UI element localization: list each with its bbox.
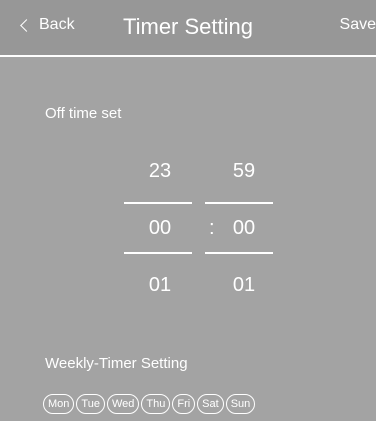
day-button-wed[interactable]: Wed [106,394,140,414]
minute-top-divider [205,202,273,204]
weekly-timer-label: Weekly-Timer Setting [45,355,188,372]
minute-current-value[interactable]: 00 [210,217,278,240]
hour-bottom-divider [124,252,192,254]
minute-bottom-divider [205,252,273,254]
minute-prev-value[interactable]: 59 [210,160,278,183]
day-button-sun[interactable]: Sun [225,394,256,414]
day-button-mon[interactable]: Mon [43,394,75,414]
day-button-tue[interactable]: Tue [76,394,105,414]
hour-top-divider [124,202,192,204]
hour-current-value[interactable]: 00 [126,217,194,240]
minute-next-value[interactable]: 01 [210,274,278,297]
timer-body: Off time set 23 00 01 : 59 00 01 Weekly-… [0,57,376,421]
page-title: Timer Setting [122,14,253,39]
hour-prev-value[interactable]: 23 [126,160,194,183]
save-button[interactable]: Save [340,16,376,34]
weekday-selector: Mon Tue Wed Thu Fri Sat Sun [43,394,256,414]
day-button-sat[interactable]: Sat [197,394,224,414]
off-time-label: Off time set [45,105,122,122]
timer-setting-screen: Back Timer Setting Save Off time set 23 … [0,0,376,421]
header-bar: Back Timer Setting Save [0,0,376,57]
day-button-thu[interactable]: Thu [141,394,171,414]
hour-next-value[interactable]: 01 [126,274,194,297]
day-button-fri[interactable]: Fri [172,394,196,414]
